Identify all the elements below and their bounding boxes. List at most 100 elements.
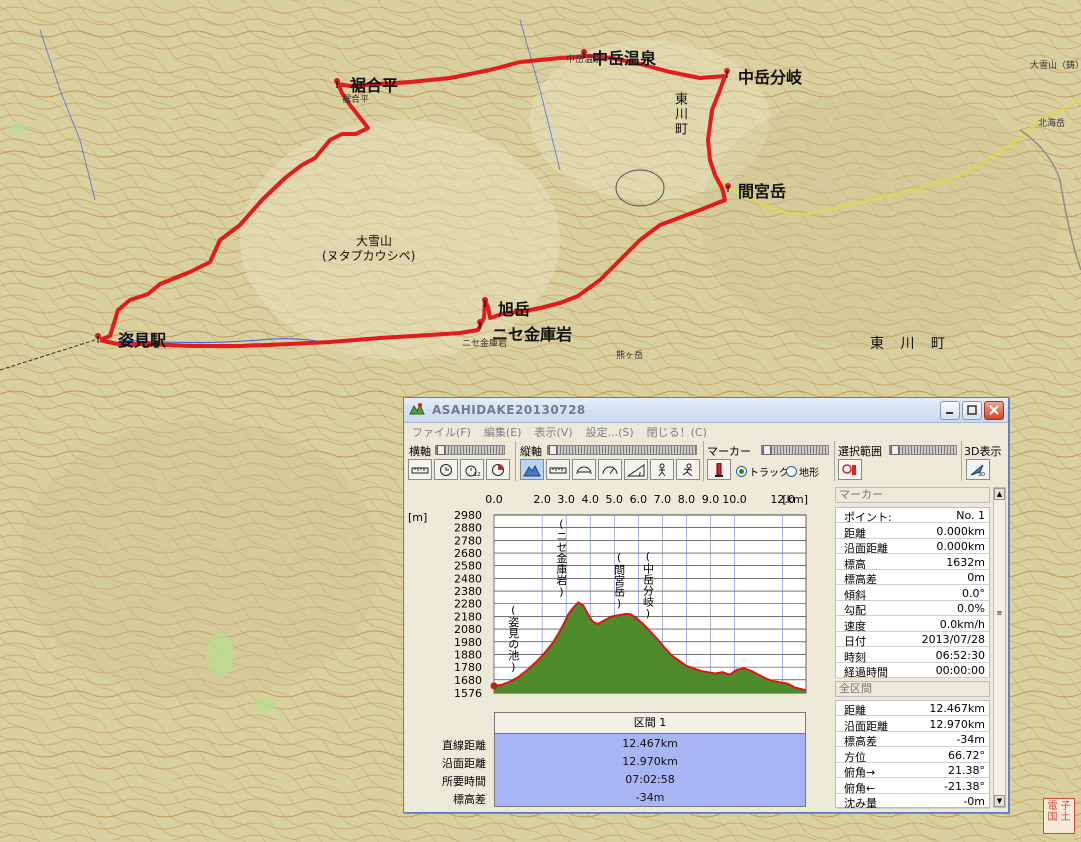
section-panel-row: 標高差 -34m <box>836 732 989 748</box>
svg-text:3D: 3D <box>978 472 985 477</box>
x-tick-label: 5.0 <box>606 493 624 506</box>
marker-panel-value: 0.000km <box>936 540 985 553</box>
minimize-icon <box>946 412 953 414</box>
horizontal-axis-label: 横軸 <box>409 445 431 458</box>
section-panel-key: 沈み量 <box>844 797 877 810</box>
slope-icon <box>627 463 645 476</box>
section-panel-value: 21.38° <box>948 764 985 777</box>
marker-point[interactable] <box>490 682 498 690</box>
slope-button[interactable] <box>624 459 648 480</box>
vertical-scrollbar[interactable]: ▲ ≡ ▼ <box>993 487 1006 808</box>
marker-panel-row: 経過時間 00:00:00 <box>836 663 989 679</box>
radio-track[interactable]: トラック <box>736 464 789 479</box>
y-tick-label: 2280 <box>454 598 482 611</box>
selection-button[interactable] <box>838 459 862 480</box>
pie-clock-button[interactable] <box>486 459 510 480</box>
marker-panel-row: 標高差 0m <box>836 570 989 586</box>
y-axis-unit: [m] <box>408 511 427 524</box>
menu-close[interactable]: 閉じる！(C) <box>647 424 707 440</box>
close-button[interactable] <box>984 400 1004 420</box>
marker-panel-value: 0m <box>967 571 985 584</box>
menu-settings[interactable]: 設定...(S) <box>586 424 634 440</box>
walker-icon <box>658 463 666 476</box>
y-tick-label: 2580 <box>454 560 482 573</box>
y-tick-label: 2680 <box>454 547 482 560</box>
summary-value-surface-distance: 12.970km <box>622 755 678 768</box>
summary-value-elapsed-time: 07:02:58 <box>625 773 675 786</box>
elevation-chart[interactable]: 2980288027802680258024802380228021802080… <box>408 485 833 712</box>
mountain-icon <box>523 464 541 476</box>
scroll-down-arrow[interactable]: ▼ <box>994 795 1005 807</box>
scroll-thumb[interactable]: ≡ <box>994 608 1005 622</box>
summary-label-elevation-diff: 標高差 <box>453 793 486 806</box>
x-tick-label: 9.0 <box>702 493 720 506</box>
denshi-kokudo-stamp: 電子国土 <box>1043 798 1075 834</box>
x-tick-label: 10.0 <box>722 493 747 506</box>
y-tick-label: 1576 <box>454 687 482 700</box>
mountain-button[interactable] <box>520 459 544 480</box>
horizontal-axis-slider[interactable] <box>435 445 505 455</box>
chart-annotation: (姿見の池) <box>507 603 520 673</box>
y-tick-label: 2980 <box>454 509 482 522</box>
menu-file[interactable]: ファイル(F) <box>412 424 471 440</box>
menu-view[interactable]: 表示(V) <box>534 424 572 440</box>
radio-terrain-label: 地形 <box>799 468 819 479</box>
marker-panel-value: 06:52:30 <box>935 648 985 662</box>
marker-slider[interactable] <box>761 445 829 455</box>
y-tick-label: 2880 <box>454 522 482 535</box>
x-tick-label: 2.0 <box>533 493 551 506</box>
scroll-up-arrow[interactable]: ▲ <box>994 488 1005 500</box>
marker-panel-row: 標高 1632m <box>836 555 989 571</box>
ruler-icon <box>549 467 567 473</box>
section-header[interactable]: 区間 1 <box>494 712 806 734</box>
map-label-nutapukaushipe: (ヌタプカウシペ) <box>322 249 416 263</box>
marker-pin-icon <box>715 462 723 477</box>
section-panel-value: -34m <box>956 733 985 746</box>
vertical-ruler-button[interactable] <box>546 459 570 480</box>
selection-icon <box>842 463 856 475</box>
map-label-small-nakadake-onsen: 中岳温泉 <box>566 55 603 65</box>
marker-panel-value: 0.0% <box>957 602 985 615</box>
map-label-small-susoai: 裾合平 <box>342 95 370 105</box>
selection-range-slider[interactable] <box>889 445 957 455</box>
marker-panel-value: No. 1 <box>956 509 985 522</box>
chart-annotation: (ニセ金庫岩) <box>555 517 568 598</box>
selection-range-label: 選択範囲 <box>838 445 882 458</box>
marker-panel-box: ポイント: No. 1 距離 0.000km 沿面距離 0.000km 標高 1632m 標高差… <box>835 507 990 679</box>
speedometer-button[interactable] <box>598 459 622 480</box>
app-icon <box>409 403 425 415</box>
runner-button[interactable] <box>676 459 700 480</box>
window-titlebar[interactable]: ASAHIDAKE20130728 <box>404 398 1008 423</box>
y-tick-label: 2380 <box>454 585 482 598</box>
minimize-button[interactable] <box>940 400 960 420</box>
map-label-mamiyadake: 間宮岳 <box>738 182 787 201</box>
section-panel-row: 俯角→ 21.38° <box>836 763 989 779</box>
maximize-button[interactable] <box>962 400 982 420</box>
marker-panel-title: マーカー <box>835 487 990 503</box>
vertical-axis-slider[interactable] <box>547 445 697 455</box>
stopwatch-button[interactable]: 123 <box>460 459 484 480</box>
gauge-button[interactable] <box>572 459 596 480</box>
marker-panel-row: 沿面距離 0.000km <box>836 539 989 555</box>
clock-button[interactable] <box>434 459 458 480</box>
info-panel: マーカー ポイント: No. 1 距離 0.000km 沿面距離 0.000km 標高 163… <box>835 485 1006 810</box>
section-panel-value: -0m <box>963 795 985 808</box>
y-tick-label: 1680 <box>454 674 482 687</box>
view-3d-button[interactable]: 3D <box>966 459 990 480</box>
marker-panel-value: 0.0° <box>962 586 985 600</box>
marker-panel-row: 勾配 0.0% <box>836 601 989 617</box>
x-axis-unit: [km] <box>782 493 808 506</box>
marker-pin-button[interactable] <box>707 459 731 480</box>
radio-terrain[interactable]: 地形 <box>786 464 819 479</box>
elevation-chart-pane: 2980 2880 2780 2680 2580 2480 2380 2280 2180 2080… <box>408 485 833 810</box>
ruler-button[interactable] <box>408 459 432 480</box>
summary-label-elapsed-time: 所要時間 <box>442 775 486 788</box>
svg-text:123: 123 <box>474 472 481 477</box>
menu-edit[interactable]: 編集(E) <box>484 424 522 440</box>
marker-panel-row: 距離 0.000km <box>836 524 989 540</box>
map-label-small-kumagadake: 熊ヶ岳 <box>616 351 644 361</box>
marker-panel-value: 0.000km <box>936 524 985 538</box>
window-title: ASAHIDAKE20130728 <box>432 403 586 417</box>
walker-button[interactable] <box>650 459 674 480</box>
radio-terrain-indicator <box>786 466 797 477</box>
